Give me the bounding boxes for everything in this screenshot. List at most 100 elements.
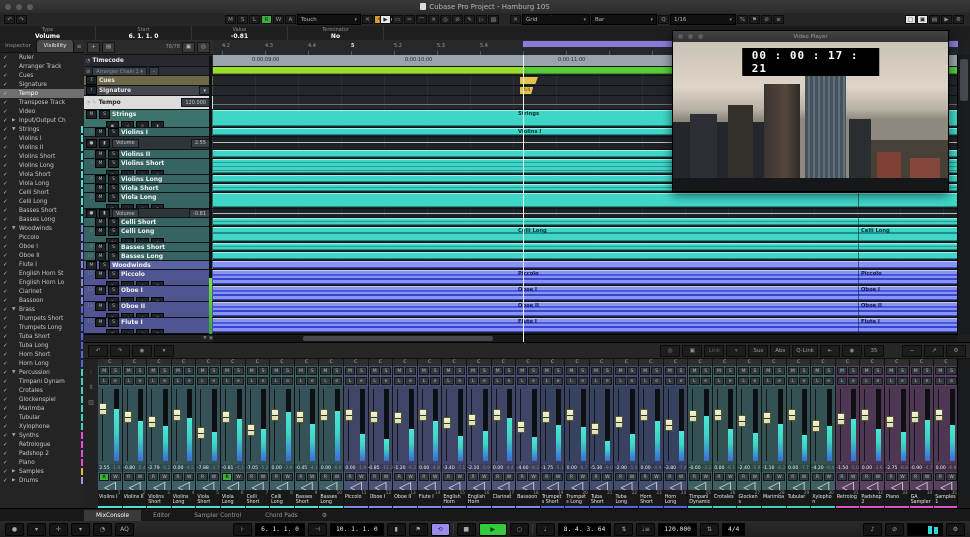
solo-button[interactable]: S [108,243,119,252]
mixer-redo-icon[interactable]: ↷ [110,345,130,357]
edit-button[interactable]: e [405,377,415,385]
mixer-channel-viola-long-6[interactable]: CMSLe-0.81-4.1RW◁6Viola Long [221,359,245,509]
read-icon[interactable]: ● [86,139,97,148]
mixer-channel-basses-short-9[interactable]: CMSLe-0.45-4.1RW◁9Basses Short [295,359,319,509]
volume-value[interactable]: -2.90 [615,466,627,471]
fader-handle[interactable] [345,409,353,421]
mute-button[interactable]: M [493,367,503,375]
mute-button[interactable]: M [320,367,330,375]
pan-control[interactable]: C [270,359,294,366]
channel-name-plate[interactable]: 14Flute I [418,490,442,509]
visibility-item-input-output-ch[interactable]: ✓▶Input/Output Ch [0,116,84,125]
channel-name-plate[interactable]: 25Timpani Dynamics [688,490,712,509]
fader-area[interactable] [172,386,196,464]
solo-button[interactable]: S [799,367,809,375]
automation-w-button[interactable]: W [273,15,284,24]
edit-button[interactable]: e [209,377,219,385]
mixer-windows-icon[interactable]: ▣ [682,345,702,357]
fader-handle[interactable] [271,409,279,421]
listen-button[interactable]: L [345,377,355,385]
automation-param[interactable]: Volume [112,209,139,218]
link-button[interactable]: Link [704,345,724,357]
listen-button[interactable]: L [714,377,724,385]
pan-control[interactable]: C [98,359,122,366]
solo-button[interactable]: S [108,175,119,184]
listen-button[interactable]: L [665,377,675,385]
check-icon[interactable]: ✓ [3,82,12,88]
mute-button[interactable]: M [837,367,847,375]
listen-button[interactable]: L [468,377,478,385]
mute-button[interactable]: M [517,367,527,375]
fader-area[interactable] [860,386,884,464]
edit-channel-icon[interactable]: e [136,121,149,128]
pan-control[interactable]: C [295,359,319,366]
channel-name-plate[interactable]: 34GA Sampler [910,490,934,509]
window-zone-2-icon[interactable]: ▤ [929,15,940,24]
pan-control[interactable]: C [172,359,196,366]
expand-icon[interactable]: ▶ [12,118,19,123]
fader-handle[interactable] [370,411,378,423]
channel-name-plate[interactable]: 21Tuba Short [590,490,614,509]
visibility-item-celli-long[interactable]: ✓Celli Long [0,197,84,206]
track-header-oboe-ii[interactable]: 14MSOboe II●◁e▮ [84,302,213,318]
mute-button[interactable]: M [95,302,106,311]
mute-button[interactable]: M [812,367,822,375]
edit-button[interactable]: e [946,377,956,385]
mute-button[interactable]: M [86,110,97,119]
mute-button[interactable]: M [615,367,625,375]
edit-button[interactable]: e [774,377,784,385]
mute-button[interactable]: M [247,367,257,375]
fader-area[interactable] [590,386,614,464]
click-off-icon[interactable]: ⊘ [885,523,904,536]
tempo-track-icon[interactable]: ♩≡ [636,523,655,536]
mixer-channel-xylophon-30[interactable]: CMSLe-4.20-6.4RW◁30Xylophon [811,359,835,509]
visibility-item-strings[interactable]: ✓▼Strings [0,125,84,134]
mute-button[interactable]: M [95,318,106,327]
record-enable-icon[interactable]: ● [106,121,119,128]
track-lane-flute-i[interactable]: Flute IFlute I [213,318,958,334]
mixer-channel-celli-long-8[interactable]: CMSLe0.00-3.9RW◁8Celli Long [270,359,294,509]
check-icon[interactable]: ✓ [3,91,12,97]
mixer-channel-trumpets-long-20[interactable]: CMSLe0.00-6.7RW◁20Trumpets Long [565,359,589,509]
fader-area[interactable] [639,386,663,464]
solo-button[interactable]: S [108,302,119,311]
info-col-type[interactable]: TypeVolume [0,26,96,40]
mute-button[interactable]: M [542,367,552,375]
edit-button[interactable]: e [750,377,760,385]
volume-value[interactable]: 0.00 [345,466,355,471]
automation-s-button[interactable]: S [237,15,248,24]
track-header-oboe-i[interactable]: 13MSOboe I●◁e▮ [84,286,213,302]
listen-button[interactable]: L [197,377,207,385]
mute-button[interactable]: M [173,367,183,375]
visibility-item-piccolo[interactable]: ✓Piccolo [0,233,84,242]
marker-flag-icon[interactable]: ⚑ [409,523,428,536]
fader-area[interactable] [221,386,245,464]
volume-value[interactable]: -2.40 [738,466,750,471]
volume-value[interactable]: 0.00 [862,466,872,471]
check-icon[interactable]: ✓ [3,163,12,169]
listen-button[interactable]: L [320,377,330,385]
solo-button[interactable]: S [108,128,119,137]
edit-button[interactable]: e [455,377,465,385]
visibility-item-signature[interactable]: ✓Signature [0,80,84,89]
channel-name-plate[interactable]: 2Violins II [123,490,147,509]
check-icon[interactable]: ✓ [3,181,12,187]
solo-button[interactable]: S [135,367,145,375]
fader-area[interactable] [246,386,270,464]
track-header-viola-short[interactable]: 5MSViola Short [84,184,213,193]
check-icon[interactable]: ✓ [3,406,12,412]
fader-handle[interactable] [296,411,304,423]
edit-button[interactable]: e [799,377,809,385]
automation-lane-header-violins-i[interactable]: ●▮Volume2.55 [84,137,213,150]
visibility-item-tuba-short[interactable]: ✓Tuba Short [0,332,84,341]
signature-marker-flag[interactable]: 4/4 [520,87,533,94]
setup-gear-icon[interactable]: ⚙ [953,15,964,24]
arranger-part[interactable] [213,67,523,74]
fader-area[interactable] [516,386,540,464]
visibility-item-crotales[interactable]: ✓Crotales [0,386,84,395]
visibility-item-retrologue[interactable]: ✓Retrologue [0,440,84,449]
info-col-start[interactable]: Start6. 1. 1. 0 [96,26,192,40]
check-icon[interactable]: ✓ [3,127,12,133]
undo-icon[interactable]: ↶ [4,15,15,24]
solo-button[interactable]: S [651,367,661,375]
